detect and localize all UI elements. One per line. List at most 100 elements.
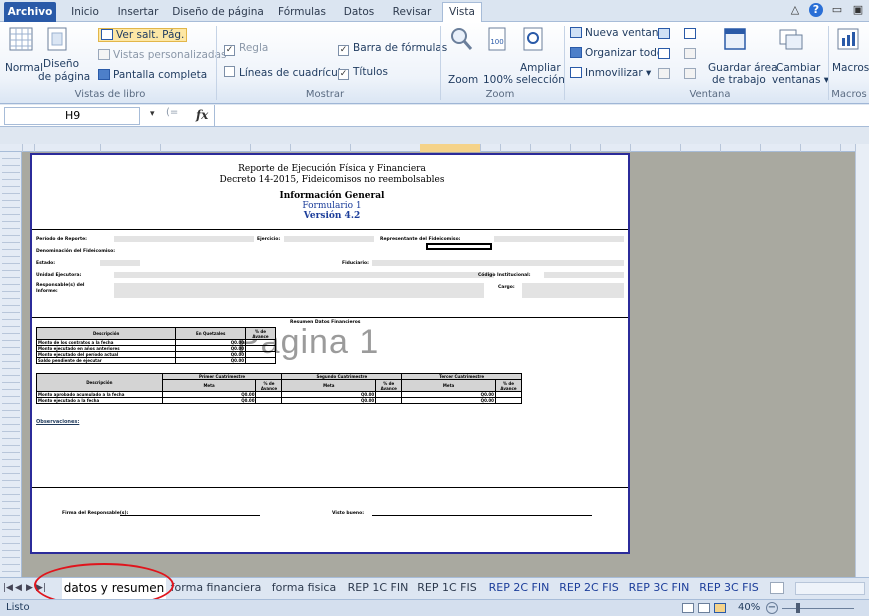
cell-pct[interactable] [255,397,283,404]
col-desc: Descripción [35,327,177,340]
zoom-slider-thumb[interactable] [796,603,800,613]
name-box-dropdown-icon[interactable]: ▾ [150,109,155,119]
prev-sheet-icon[interactable]: ◀ [15,583,22,593]
tab-formulas[interactable]: Fórmulas [272,3,332,22]
headings-checkbox[interactable]: ✓ Títulos [338,66,388,80]
normal-view-status-icon[interactable] [682,603,694,613]
tab-inicio[interactable]: Inicio [64,3,106,22]
col-pct: % de Avance [255,379,283,392]
save-workspace-button-line2[interactable]: de trabajo [712,74,766,86]
ribbon: Normal Diseño de página Ver salt. Pág. V… [0,22,869,104]
tab-diseno-pagina[interactable]: Diseño de página [170,3,266,22]
zoom-level[interactable]: 40% [738,600,760,616]
freeze-panes-button[interactable]: Inmovilizar ▾ [570,67,651,79]
sheet-tab-rep-2c-fis[interactable]: REP 2C FIS [554,578,624,599]
name-box[interactable]: H9 [4,107,140,125]
field-fiduciary[interactable] [372,260,624,266]
zoom-selection-button[interactable]: Ampliar [520,62,561,74]
macros-button[interactable]: Macros [832,62,869,74]
new-window-button[interactable]: Nueva ventana [570,27,665,39]
field-unit[interactable] [114,272,494,278]
ruler-checkbox[interactable]: ✓ Regla [224,42,268,56]
tab-archivo[interactable]: Archivo [4,2,56,22]
switch-windows-button[interactable]: Cambiar [776,62,820,74]
column-h-highlight[interactable] [420,144,480,152]
macros-icon[interactable] [835,26,861,52]
zoom-button[interactable]: Zoom [448,74,478,86]
help-icon[interactable]: ? [809,3,823,17]
switch-windows-icon[interactable] [778,26,804,52]
cell-pct[interactable] [375,397,403,404]
page-layout-icon[interactable] [44,26,70,52]
zoom-out-icon[interactable]: − [766,602,778,614]
group-label-mostrar: Mostrar [305,89,345,100]
page-layout-status-icon[interactable] [698,603,710,613]
tab-datos[interactable]: Datos [338,3,380,22]
split-icon[interactable] [658,28,670,39]
sync-scroll-icon[interactable] [684,48,696,59]
signature-line [372,515,592,516]
zoom-magnifier-icon[interactable] [448,26,474,52]
sheet-tab-rep-3c-fis[interactable]: REP 3C FIS [694,578,764,599]
cell-value[interactable]: Q0.00 [281,397,377,404]
first-sheet-icon[interactable]: |◀ [3,583,13,593]
cell-pct[interactable] [494,397,523,404]
save-workspace-icon[interactable] [722,26,748,52]
arrange-all-button[interactable]: Organizar todo [570,47,663,59]
side-by-side-icon[interactable] [684,28,696,39]
page-break-preview-button[interactable]: Ver salt. Pág. [98,28,188,42]
sheet-tab-rep-1c-fin[interactable]: REP 1C FIN [342,578,414,599]
arrange-all-label: Organizar todo [585,47,664,59]
insert-function-icon[interactable]: fx [196,108,208,122]
field-year[interactable] [284,236,374,242]
formula-input[interactable] [218,108,863,124]
cell-value[interactable]: Q0.00 [401,397,496,404]
sheet-tab-forma-fisica[interactable]: forma fisica [268,578,340,599]
switch-windows-button-line2[interactable]: ventanas ▾ [772,74,829,86]
page-layout-button-line2[interactable]: de página [38,71,90,83]
full-screen-button[interactable]: Pantalla completa [98,69,207,81]
selected-cell[interactable] [426,243,492,250]
sheet-tab-forma-financiera[interactable]: forma financiera [170,578,262,599]
save-workspace-button[interactable]: Guardar área [708,62,778,74]
label-responsible: Responsable(s) del [36,283,85,288]
field-cargo[interactable] [522,283,624,298]
tab-insertar[interactable]: Insertar [112,3,164,22]
sheet-tab-rep-2c-fin[interactable]: REP 2C FIN [484,578,554,599]
unhide-icon[interactable] [658,68,670,79]
gridlines-checkbox[interactable]: Líneas de cuadrícula [224,66,347,79]
zoom-selection-icon[interactable] [520,26,546,52]
cell-value[interactable]: Q0.00 [161,397,257,404]
field-period[interactable] [114,236,254,242]
formula-bar-checkbox[interactable]: ✓ Barra de fórmulas [338,42,447,56]
sheet-tab-rep-1c-fis[interactable]: REP 1C FIS [412,578,482,599]
vertical-scrollbar[interactable] [855,144,869,577]
sheet-tab-rep-3c-fin[interactable]: REP 3C FIN [624,578,694,599]
field-state[interactable] [100,260,140,266]
horizontal-scrollbar[interactable] [795,582,865,595]
cell-value[interactable]: Q0.00 [175,357,247,364]
tab-revisar[interactable]: Revisar [386,3,438,22]
next-sheet-icon[interactable]: ▶ [26,583,33,593]
insert-sheet-icon[interactable] [770,582,784,594]
window-icon[interactable]: ▣ [851,3,865,17]
zoom-slider[interactable] [782,608,854,609]
field-responsible[interactable] [114,283,484,298]
cell-pct[interactable] [245,357,276,364]
page-layout-button[interactable]: Diseño [43,58,79,70]
field-code[interactable] [544,272,624,278]
restore-icon[interactable]: ▭ [830,3,844,17]
zoom-selection-button-line2[interactable]: selección [516,74,565,86]
tab-vista[interactable]: Vista [442,2,482,22]
full-screen-icon [98,69,110,80]
page-break-status-icon[interactable] [714,603,726,613]
hide-icon[interactable] [658,48,670,59]
zoom-100-button[interactable]: 100% [483,74,513,86]
zoom-100-icon[interactable]: 100 [484,26,510,52]
minimize-ribbon-icon[interactable]: △ [788,3,802,17]
custom-views-button[interactable]: Vistas personalizadas [98,49,226,61]
field-representative[interactable] [494,236,624,242]
reset-position-icon[interactable] [684,68,696,79]
separator [216,26,217,100]
normal-view-icon[interactable] [8,26,34,52]
